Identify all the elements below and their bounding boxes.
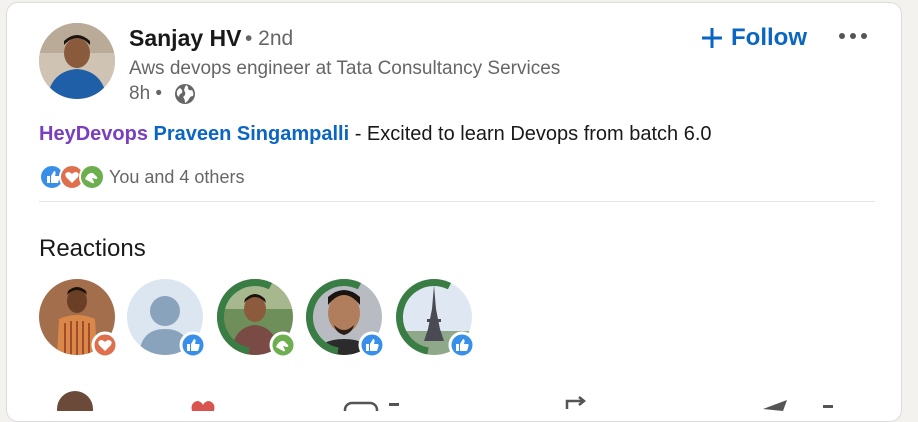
post-text: HeyDevops Praveen Singampalli - Excited … [39, 123, 712, 146]
like-icon [448, 331, 476, 359]
reactions-heading: Reactions [39, 235, 146, 262]
reactor-avatar[interactable] [217, 279, 297, 359]
comment-icon [343, 401, 379, 411]
follow-label: Follow [731, 24, 807, 51]
divider [39, 201, 875, 202]
love-icon [191, 401, 215, 411]
repost-icon [565, 396, 587, 409]
reactor-avatar[interactable] [306, 279, 386, 359]
author-name[interactable]: Sanjay HV [129, 25, 242, 52]
love-icon [91, 331, 119, 359]
mention-link[interactable]: Praveen Singampalli [154, 123, 350, 145]
hashtag-link[interactable]: HeyDevops [39, 123, 148, 145]
send-icon [763, 400, 787, 411]
plus-icon [702, 28, 722, 48]
author-headline: Aws devops engineer at Tata Consultancy … [129, 58, 561, 79]
support-icon [79, 164, 105, 190]
like-icon [358, 331, 386, 359]
post-body-text: - Excited to learn Devops from batch 6.0 [349, 123, 712, 145]
post-actions-row [57, 391, 833, 411]
post-timestamp: 8h • [129, 83, 163, 104]
reaction-type-icons[interactable] [39, 164, 109, 190]
support-icon [269, 331, 297, 359]
reactor-avatar[interactable] [396, 279, 476, 359]
globe-icon [175, 84, 195, 104]
author-avatar[interactable] [39, 23, 115, 99]
more-icon[interactable] [833, 23, 873, 49]
current-user-avatar [57, 391, 93, 411]
reactor-avatar[interactable] [127, 279, 207, 359]
follow-button[interactable]: Follow [701, 21, 807, 55]
connection-degree: • 2nd [245, 27, 294, 50]
reactor-avatar[interactable] [39, 279, 119, 359]
reaction-summary[interactable]: You and 4 others [109, 167, 244, 188]
like-icon [179, 331, 207, 359]
post-card: Sanjay HV • 2nd Aws devops engineer at T… [6, 2, 902, 422]
